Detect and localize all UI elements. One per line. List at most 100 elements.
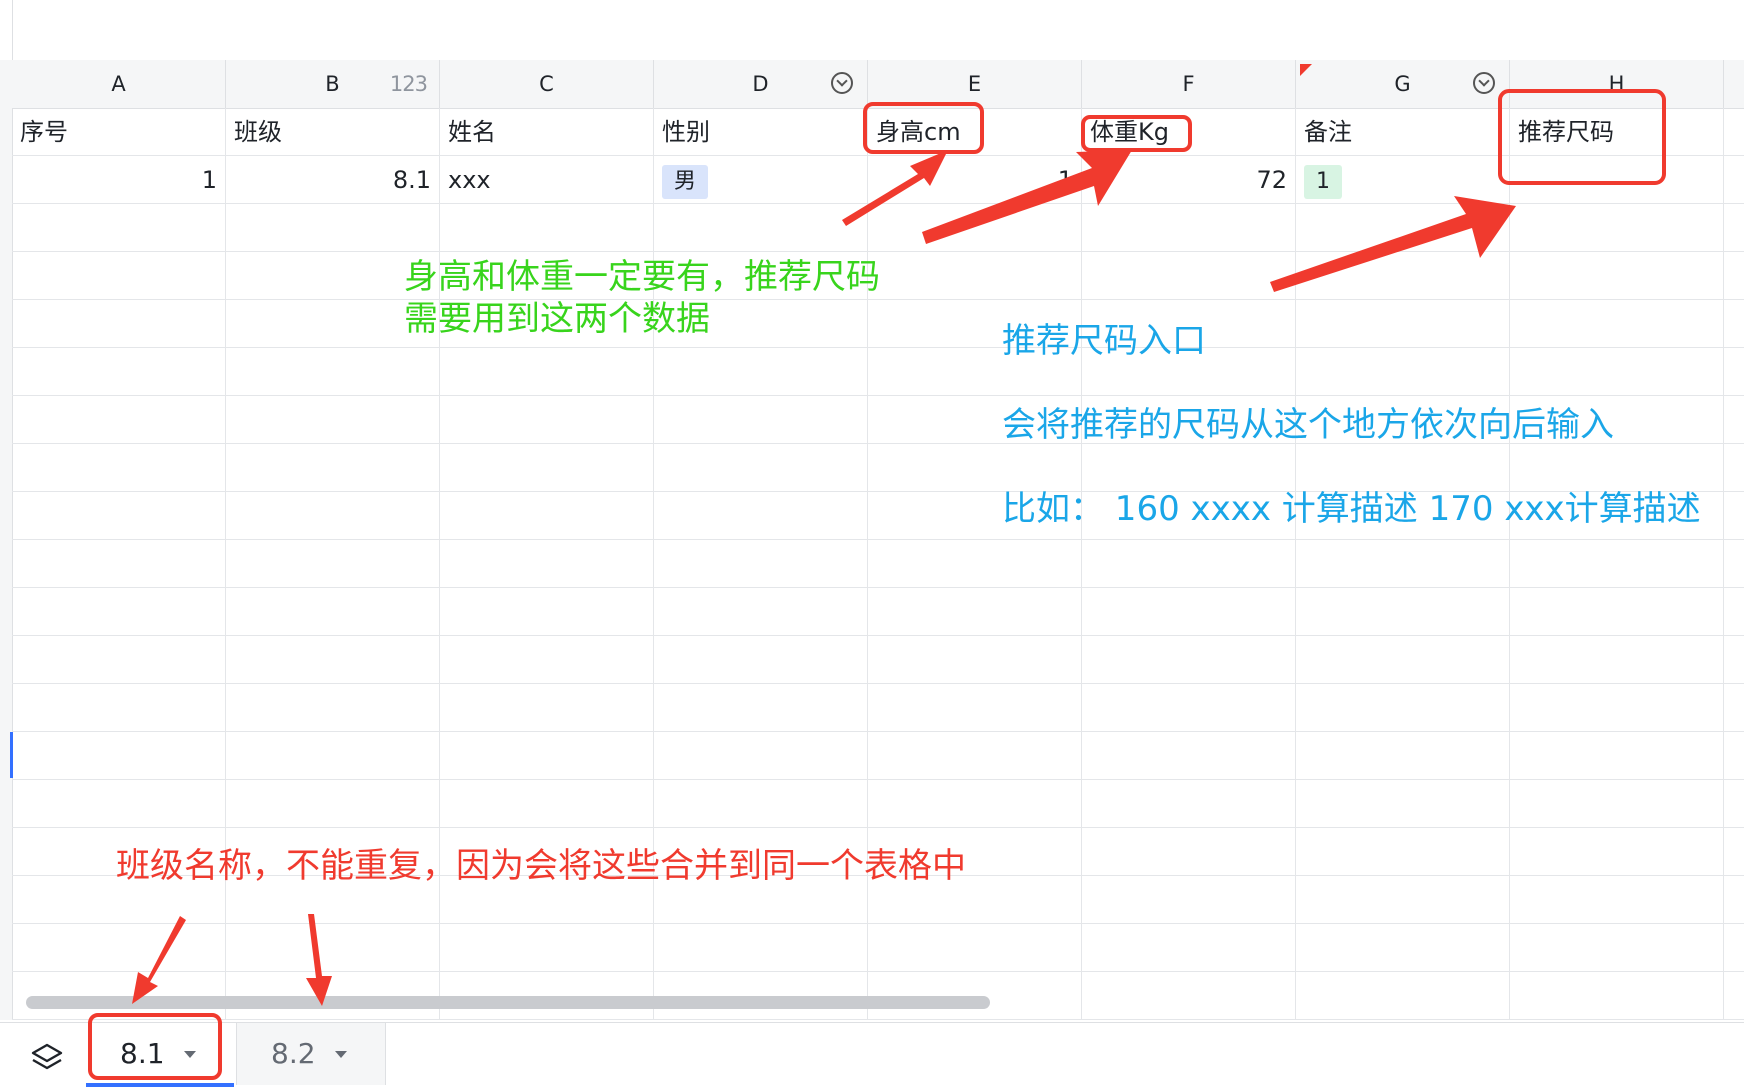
cell-e4[interactable] <box>868 252 1082 300</box>
cell-g4[interactable] <box>1296 252 1510 300</box>
cell-f12[interactable] <box>1082 636 1296 684</box>
cell-c14[interactable] <box>440 732 654 780</box>
cell-a15[interactable] <box>12 780 226 828</box>
cell-d6[interactable] <box>654 348 868 396</box>
column-header-f[interactable]: F <box>1082 60 1296 108</box>
cell-b18[interactable] <box>226 924 440 972</box>
cell-e14[interactable] <box>868 732 1082 780</box>
cell-c15[interactable] <box>440 780 654 828</box>
cell-b13[interactable] <box>226 684 440 732</box>
cell-g12[interactable] <box>1296 636 1510 684</box>
cell-h14[interactable] <box>1510 732 1724 780</box>
cell-a9[interactable] <box>12 492 226 540</box>
sheet-tab-8-1[interactable]: 8.1 <box>86 1023 234 1087</box>
cell-b14[interactable] <box>226 732 440 780</box>
cell-c18[interactable] <box>440 924 654 972</box>
horizontal-scrollbar[interactable] <box>26 996 990 1009</box>
cell-f11[interactable] <box>1082 588 1296 636</box>
cell-e13[interactable] <box>868 684 1082 732</box>
dropdown-filter-icon[interactable] <box>1473 72 1495 94</box>
cell-f10[interactable] <box>1082 540 1296 588</box>
cell-h19[interactable] <box>1510 972 1724 1020</box>
cell-h15[interactable] <box>1510 780 1724 828</box>
cell-g1[interactable]: 备注 <box>1296 108 1510 156</box>
cell-g3[interactable] <box>1296 204 1510 252</box>
cell-g5[interactable] <box>1296 300 1510 348</box>
chevron-down-icon[interactable] <box>184 1051 196 1058</box>
cell-d13[interactable] <box>654 684 868 732</box>
cell-e12[interactable] <box>868 636 1082 684</box>
cell-b11[interactable] <box>226 588 440 636</box>
cell-f8[interactable] <box>1082 444 1296 492</box>
cell-h5[interactable] <box>1510 300 1724 348</box>
cell-e8[interactable] <box>868 444 1082 492</box>
cell-b12[interactable] <box>226 636 440 684</box>
cell-f3[interactable] <box>1082 204 1296 252</box>
cell-h12[interactable] <box>1510 636 1724 684</box>
cell-d12[interactable] <box>654 636 868 684</box>
cell-g11[interactable] <box>1296 588 1510 636</box>
cell-g18[interactable] <box>1296 924 1510 972</box>
cell-h10[interactable] <box>1510 540 1724 588</box>
cell-a8[interactable] <box>12 444 226 492</box>
cell-h2[interactable] <box>1510 156 1724 204</box>
cell-a4[interactable] <box>12 252 226 300</box>
cell-a3[interactable] <box>12 204 226 252</box>
cell-e1[interactable]: 身高cm <box>868 108 1082 156</box>
cell-a11[interactable] <box>12 588 226 636</box>
cell-b9[interactable] <box>226 492 440 540</box>
cell-h17[interactable] <box>1510 876 1724 924</box>
cell-f18[interactable] <box>1082 924 1296 972</box>
layers-icon[interactable] <box>30 1041 64 1075</box>
cell-d15[interactable] <box>654 780 868 828</box>
cell-b8[interactable] <box>226 444 440 492</box>
cell-f15[interactable] <box>1082 780 1296 828</box>
cell-c2[interactable]: xxx <box>440 156 654 204</box>
cell-f16[interactable] <box>1082 828 1296 876</box>
cell-b2[interactable]: 8.1 <box>226 156 440 204</box>
column-header-b[interactable]: B 123 <box>226 60 440 108</box>
cell-g14[interactable] <box>1296 732 1510 780</box>
cell-d10[interactable] <box>654 540 868 588</box>
cell-f2[interactable]: 72 <box>1082 156 1296 204</box>
cell-e11[interactable] <box>868 588 1082 636</box>
cell-c12[interactable] <box>440 636 654 684</box>
cell-h18[interactable] <box>1510 924 1724 972</box>
cell-f17[interactable] <box>1082 876 1296 924</box>
cell-f19[interactable] <box>1082 972 1296 1020</box>
cell-c10[interactable] <box>440 540 654 588</box>
cell-a10[interactable] <box>12 540 226 588</box>
cell-d18[interactable] <box>654 924 868 972</box>
cell-c8[interactable] <box>440 444 654 492</box>
cell-g19[interactable] <box>1296 972 1510 1020</box>
cell-g16[interactable] <box>1296 828 1510 876</box>
cell-d8[interactable] <box>654 444 868 492</box>
cell-b15[interactable] <box>226 780 440 828</box>
cell-a2[interactable]: 1 <box>12 156 226 204</box>
column-header-a[interactable]: A <box>12 60 226 108</box>
cell-d3[interactable] <box>654 204 868 252</box>
cell-f13[interactable] <box>1082 684 1296 732</box>
cell-b1[interactable]: 班级 <box>226 108 440 156</box>
cell-b10[interactable] <box>226 540 440 588</box>
cell-e18[interactable] <box>868 924 1082 972</box>
chevron-down-icon[interactable] <box>335 1051 347 1058</box>
cell-h6[interactable] <box>1510 348 1724 396</box>
cell-g6[interactable] <box>1296 348 1510 396</box>
cell-h16[interactable] <box>1510 828 1724 876</box>
cell-d1[interactable]: 性别 <box>654 108 868 156</box>
cell-h13[interactable] <box>1510 684 1724 732</box>
column-header-g[interactable]: G <box>1296 60 1510 108</box>
cell-c1[interactable]: 姓名 <box>440 108 654 156</box>
cell-e3[interactable] <box>868 204 1082 252</box>
cell-e15[interactable] <box>868 780 1082 828</box>
cell-d14[interactable] <box>654 732 868 780</box>
cell-c6[interactable] <box>440 348 654 396</box>
cell-g15[interactable] <box>1296 780 1510 828</box>
column-header-d[interactable]: D <box>654 60 868 108</box>
cell-a5[interactable] <box>12 300 226 348</box>
cell-f1[interactable]: 体重Kg <box>1082 108 1296 156</box>
cell-d2[interactable]: 男 <box>654 156 868 204</box>
cell-c3[interactable] <box>440 204 654 252</box>
cell-b3[interactable] <box>226 204 440 252</box>
